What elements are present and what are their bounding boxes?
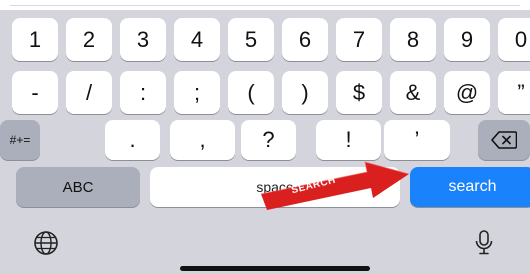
key-8[interactable]: 8 — [390, 18, 436, 61]
microphone-button[interactable] — [472, 227, 496, 259]
search-key[interactable]: search — [410, 167, 530, 207]
key-9[interactable]: 9 — [444, 18, 490, 61]
abc-key[interactable]: ABC — [16, 167, 140, 207]
key-period[interactable]: . — [105, 120, 160, 160]
key-5[interactable]: 5 — [228, 18, 274, 61]
key-dollar[interactable]: $ — [336, 71, 382, 114]
key-open-paren[interactable]: ( — [228, 71, 274, 114]
key-3[interactable]: 3 — [120, 18, 166, 61]
key-1[interactable]: 1 — [12, 18, 58, 61]
key-quote[interactable]: ” — [498, 71, 530, 114]
top-bar — [0, 0, 530, 10]
symbols-toggle-key[interactable]: #+= — [0, 120, 40, 160]
key-colon[interactable]: : — [120, 71, 166, 114]
key-exclamation[interactable]: ! — [316, 120, 381, 160]
key-question[interactable]: ? — [241, 120, 296, 160]
key-7[interactable]: 7 — [336, 18, 382, 61]
key-semicolon[interactable]: ; — [174, 71, 220, 114]
globe-icon — [34, 231, 58, 255]
backspace-icon — [491, 131, 517, 149]
keyboard: 1 2 3 4 5 6 7 8 9 0 - / : ; ( ) $ & @ ” … — [0, 10, 530, 274]
key-comma[interactable]: , — [170, 120, 235, 160]
microphone-icon — [475, 230, 493, 255]
key-6[interactable]: 6 — [282, 18, 328, 61]
key-ampersand[interactable]: & — [390, 71, 436, 114]
top-divider — [10, 5, 520, 6]
annotation-arrow — [260, 161, 410, 210]
key-at[interactable]: @ — [444, 71, 490, 114]
home-indicator — [180, 266, 370, 271]
key-0[interactable]: 0 — [498, 18, 530, 61]
key-hyphen[interactable]: - — [12, 71, 58, 114]
key-4[interactable]: 4 — [174, 18, 220, 61]
key-apostrophe[interactable]: ’ — [384, 120, 450, 160]
key-slash[interactable]: / — [66, 71, 112, 114]
key-close-paren[interactable]: ) — [282, 71, 328, 114]
delete-key[interactable] — [478, 120, 530, 160]
globe-button[interactable] — [32, 229, 60, 257]
key-2[interactable]: 2 — [66, 18, 112, 61]
